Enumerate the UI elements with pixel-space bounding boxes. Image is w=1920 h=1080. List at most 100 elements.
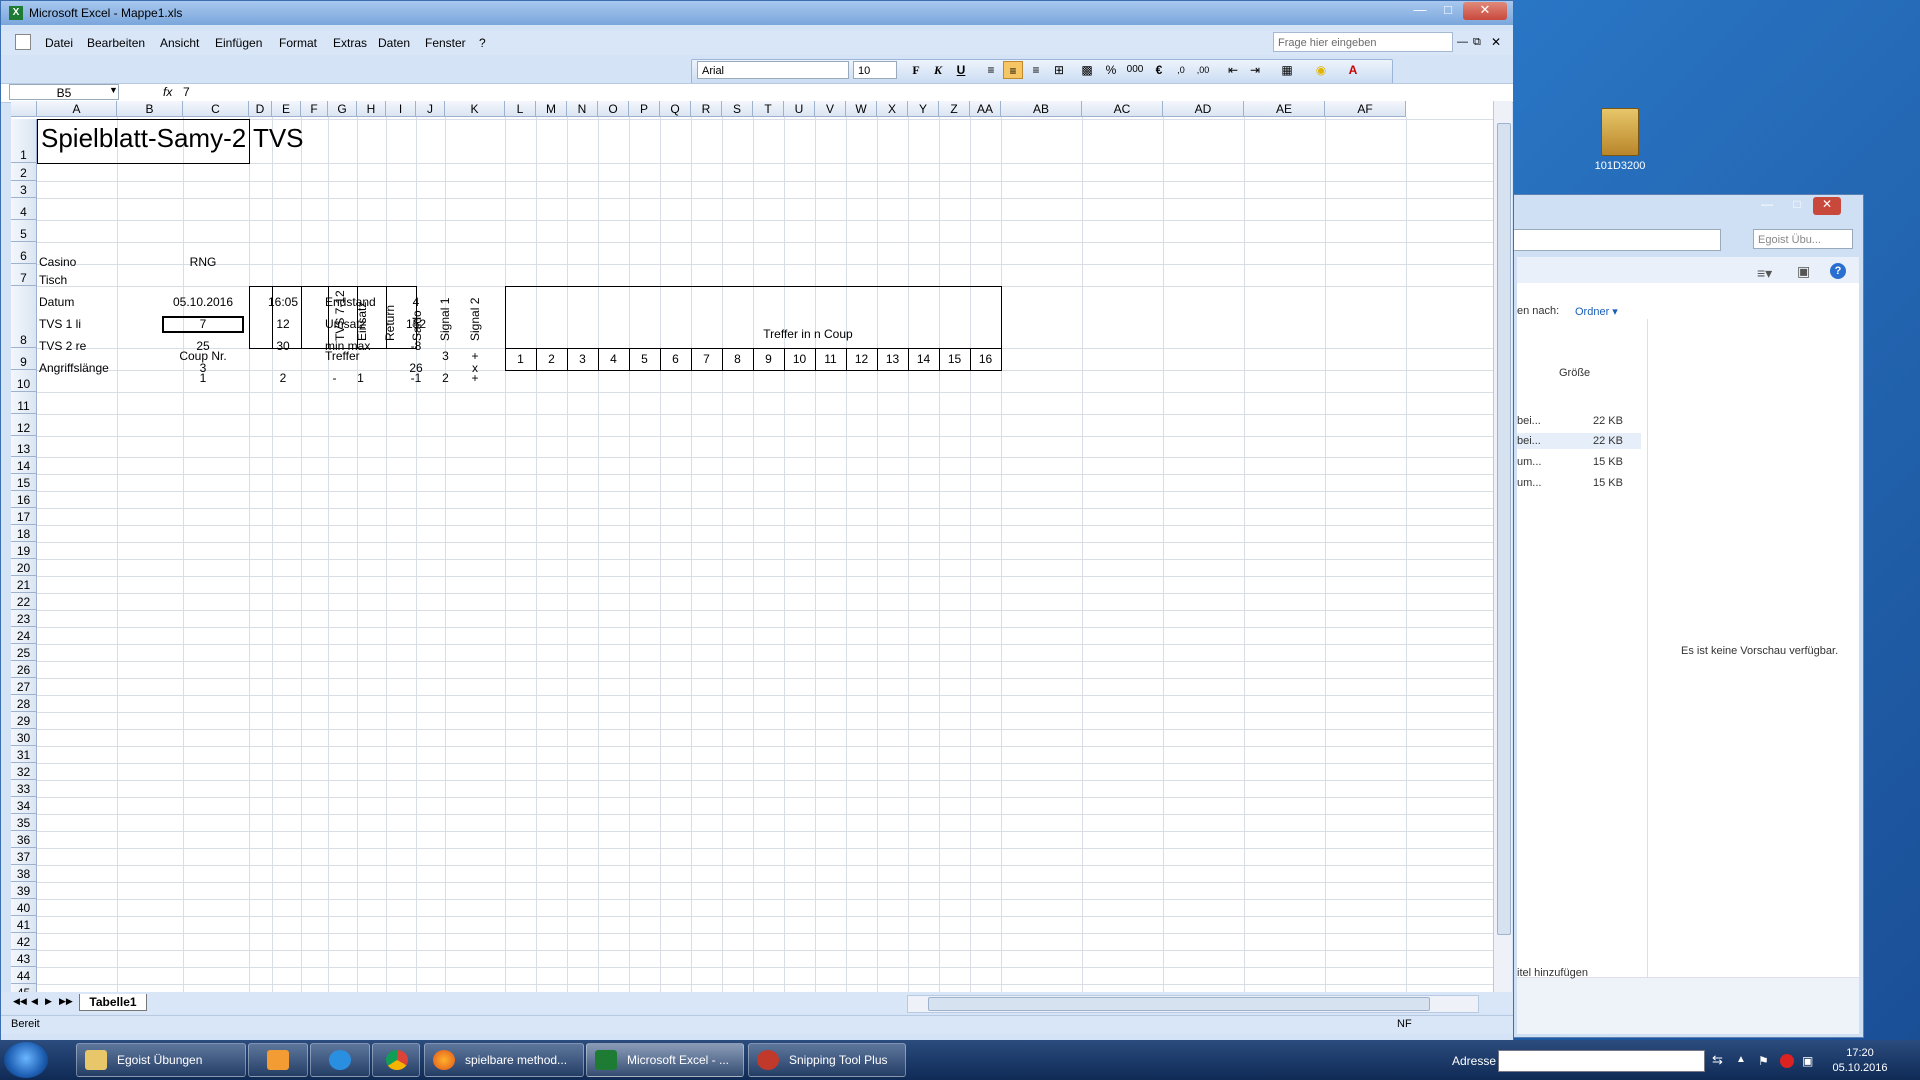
coup-number[interactable]: 9 [753,352,784,367]
column-header-h[interactable]: H [357,101,386,117]
cell-e10[interactable]: 1 [346,371,375,386]
row-header-18[interactable]: 18 [11,525,37,542]
column-header-c[interactable]: C [183,101,249,117]
column-header-ad[interactable]: AD [1163,101,1244,117]
menu-einfuegen[interactable]: Einfügen [215,36,262,50]
coup-number[interactable]: 8 [722,352,753,367]
select-all-corner[interactable] [11,101,37,117]
cell-d10[interactable]: - [323,371,346,386]
coup-number[interactable]: 14 [908,352,939,367]
document-icon[interactable] [15,34,31,50]
doc-close-icon[interactable]: ✕ [1491,35,1501,49]
coup-number[interactable]: 1 [505,352,536,367]
row-header-12[interactable]: 12 [11,414,37,436]
column-header-f[interactable]: F [301,101,328,117]
header-saldo[interactable]: Saldo [410,310,424,341]
taskbar-excel[interactable]: Microsoft Excel - ... [586,1043,744,1077]
coup-number[interactable]: 13 [877,352,908,367]
column-header-k[interactable]: K [445,101,505,117]
row-header-4[interactable]: 4 [11,198,37,220]
row-header-32[interactable]: 32 [11,763,37,780]
column-header-d[interactable]: D [249,101,272,117]
column-header-aa[interactable]: AA [970,101,1001,117]
sheet-tab[interactable]: Tabelle1 [79,994,147,1011]
column-header-q[interactable]: Q [660,101,691,117]
italic-button[interactable]: K [928,61,948,79]
file-name[interactable]: um... [1517,456,1541,468]
row-header-21[interactable]: 21 [11,576,37,593]
header-signal-2[interactable]: Signal 2 [468,298,482,341]
column-header-b[interactable]: B [117,101,183,117]
increase-decimal-icon[interactable]: ,0 [1171,61,1191,79]
coup-number[interactable]: 16 [970,352,1001,367]
maximize-button[interactable]: □ [1435,2,1461,20]
font-color-icon[interactable]: A [1343,61,1363,79]
row-header-28[interactable]: 28 [11,695,37,712]
cell-b5-selected[interactable]: 7 [162,316,244,333]
row-header-6[interactable]: 6 [11,242,37,264]
excel-app-icon[interactable]: X [9,6,23,20]
column-header-t[interactable]: T [753,101,784,117]
row-header-11[interactable]: 11 [11,392,37,414]
header-signal-1[interactable]: Signal 1 [438,298,452,341]
cell-i10[interactable]: + [460,371,490,386]
scroll-thumb[interactable] [1497,123,1511,935]
currency-icon[interactable]: ▩ [1077,61,1097,79]
percent-button[interactable]: % [1101,61,1121,79]
antivirus-icon[interactable] [1780,1054,1794,1068]
column-header-p[interactable]: P [629,101,660,117]
cell-c10[interactable]: 2 [243,371,323,386]
column-header-ac[interactable]: AC [1082,101,1163,117]
header-return[interactable]: Return [383,305,397,341]
menu-bearbeiten[interactable]: Bearbeiten [87,36,145,50]
explorer-search-input[interactable]: Egoist Übu... [1753,229,1853,249]
row-header-9[interactable]: 9 [11,348,37,370]
row-header-40[interactable]: 40 [11,899,37,916]
column-header-x[interactable]: X [877,101,908,117]
column-header-s[interactable]: S [722,101,753,117]
last-sheet-icon[interactable]: ▶▶ [59,996,73,1007]
row-header-5[interactable]: 5 [11,220,37,242]
column-header-o[interactable]: O [598,101,629,117]
column-header-af[interactable]: AF [1325,101,1406,117]
column-header-r[interactable]: R [691,101,722,117]
row-header-27[interactable]: 27 [11,678,37,695]
row-header-34[interactable]: 34 [11,797,37,814]
column-header-y[interactable]: Y [908,101,939,117]
cell-b2[interactable]: RNG [163,255,243,270]
prev-sheet-icon[interactable]: ◀ [31,996,38,1007]
formula-input[interactable]: 7 [183,85,190,99]
cell-g6[interactable]: -8 [402,339,430,354]
menu-format[interactable]: Format [279,36,317,50]
align-right-icon[interactable]: ≡ [1026,61,1046,79]
header-einsatz[interactable]: Einsatz [355,302,369,341]
row-header-7[interactable]: 7 [11,264,37,286]
coup-number[interactable]: 3 [567,352,598,367]
row-header-31[interactable]: 31 [11,746,37,763]
euro-button[interactable]: € [1149,61,1169,79]
menu-daten[interactable]: Daten [378,36,410,50]
coup-number[interactable]: 12 [846,352,877,367]
row-header-24[interactable]: 24 [11,627,37,644]
row-header-20[interactable]: 20 [11,559,37,576]
horizontal-scrollbar[interactable] [907,995,1479,1013]
menu-fenster[interactable]: Fenster [425,36,466,50]
row-header-45[interactable]: 45 [11,984,37,992]
cell-a4[interactable]: Datum [39,295,74,310]
coup-number[interactable]: 10 [784,352,815,367]
cell-a7[interactable]: Angriffslänge [39,361,109,376]
column-header-v[interactable]: V [815,101,846,117]
coup-number[interactable]: 11 [815,352,846,367]
vertical-scrollbar[interactable] [1493,101,1512,992]
row-header-37[interactable]: 37 [11,848,37,865]
start-button[interactable] [4,1042,48,1078]
row-header-17[interactable]: 17 [11,508,37,525]
sheet-title[interactable]: Spielblatt-Samy-2 TVS [41,123,304,153]
header-tvs-7-12[interactable]: TVS 7-12 [333,290,347,341]
sort-dropdown[interactable]: Ordner ▾ [1575,305,1618,318]
cell-a3[interactable]: Tisch [39,273,67,288]
column-header-j[interactable]: J [416,101,445,117]
file-name[interactable]: bei... [1517,415,1541,427]
bold-button[interactable]: F [906,61,926,79]
minimize-button[interactable]: — [1753,197,1781,215]
